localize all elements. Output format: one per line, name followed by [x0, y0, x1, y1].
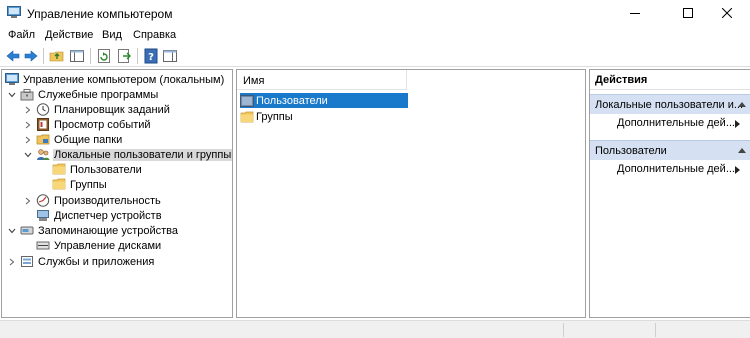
tree-item-label: Службы и приложения: [38, 255, 155, 268]
chevron-right-icon[interactable]: [23, 120, 33, 130]
back-arrow-icon[interactable]: [5, 48, 21, 64]
refresh-icon[interactable]: [96, 48, 112, 64]
disk-icon: [36, 239, 50, 252]
list-item-users[interactable]: Пользователи: [240, 93, 408, 108]
more-actions-label: Дополнительные дей...: [617, 163, 735, 175]
computer-management-icon: [5, 73, 19, 86]
more-actions-item[interactable]: Дополнительные дей...: [617, 117, 740, 132]
tree-item-label: Общие папки: [54, 133, 123, 146]
tree-item-local-users-groups[interactable]: Локальные пользователи и группы: [23, 147, 233, 162]
tree-item-computer-management[interactable]: Управление компьютером (локальным): [5, 72, 225, 87]
event-viewer-icon: [36, 118, 50, 131]
performance-icon: [36, 194, 50, 207]
column-header-name[interactable]: Имя: [237, 70, 407, 90]
menu-file[interactable]: Файл: [8, 29, 35, 41]
folder-icon: [52, 178, 66, 191]
toolbar: ?: [0, 45, 750, 67]
tree-item-label: Управление компьютером (локальным): [23, 73, 225, 86]
tree-item-task-scheduler[interactable]: Планировщик заданий: [23, 102, 171, 117]
tree-item-label: Просмотр событий: [54, 118, 151, 131]
actions-title: Действия: [590, 70, 750, 90]
svg-text:?: ?: [148, 52, 154, 63]
folder-icon: [52, 163, 66, 176]
actions-section-users[interactable]: Пользователи: [590, 140, 750, 160]
status-bar: [0, 320, 750, 338]
actions-section-local-users[interactable]: Локальные пользователи и...: [590, 94, 750, 114]
menu-bar: Файл Действие Вид Справка: [0, 26, 750, 44]
toolbar-separator: [90, 48, 91, 64]
title-bar: Управление компьютером: [0, 0, 750, 26]
tree-item-performance[interactable]: Производительность: [23, 193, 162, 208]
menu-help[interactable]: Справка: [133, 29, 176, 41]
chevron-down-icon[interactable]: [23, 150, 33, 160]
computer-management-icon: [7, 6, 21, 19]
chevron-down-icon[interactable]: [7, 226, 17, 236]
tree-item-groups[interactable]: Группы: [52, 177, 108, 192]
clock-icon: [36, 103, 50, 116]
up-folder-icon[interactable]: [49, 48, 65, 64]
tree-item-services-apps[interactable]: Службы и приложения: [7, 254, 155, 269]
services-icon: [20, 255, 34, 268]
window-title: Управление компьютером: [27, 7, 173, 21]
console-tree-icon[interactable]: [69, 48, 85, 64]
tree-item-label: Служебные программы: [38, 88, 159, 101]
storage-icon: [20, 224, 34, 237]
tree-item-label: Запоминающие устройства: [38, 224, 179, 237]
status-divider: [655, 323, 656, 337]
actions-section-label: Локальные пользователи и...: [595, 99, 744, 111]
more-actions-item[interactable]: Дополнительные дей...: [617, 163, 740, 178]
tree-item-device-manager[interactable]: Диспетчер устройств: [36, 208, 163, 223]
more-actions-label: Дополнительные дей...: [617, 117, 735, 129]
console-tree: Управление компьютером (локальным) Служе…: [1, 69, 233, 318]
tree-item-label: Производительность: [54, 194, 161, 207]
toolbar-separator: [137, 48, 138, 64]
collapse-up-icon[interactable]: [738, 102, 746, 107]
tree-item-label: Управление дисками: [54, 239, 162, 252]
status-divider: [563, 323, 564, 337]
tree-item-label: Локальные пользователи и группы: [53, 148, 233, 161]
actions-section-label: Пользователи: [595, 145, 667, 157]
menu-view[interactable]: Вид: [102, 29, 122, 41]
tree-item-shared-folders[interactable]: Общие папки: [23, 132, 123, 147]
close-button[interactable]: [704, 0, 750, 26]
export-list-icon[interactable]: [116, 48, 132, 64]
chevron-down-icon[interactable]: [7, 90, 17, 100]
tree-item-disk-management[interactable]: Управление дисками: [36, 238, 162, 253]
tree-item-label: Диспетчер устройств: [54, 209, 162, 222]
tools-icon: [20, 88, 34, 101]
forward-arrow-icon[interactable]: [23, 48, 39, 64]
shared-folder-icon: [36, 133, 50, 146]
chevron-right-icon[interactable]: [23, 135, 33, 145]
chevron-right-icon[interactable]: [23, 196, 33, 206]
toolbar-separator: [43, 48, 44, 64]
menu-action[interactable]: Действие: [45, 29, 93, 41]
folder-icon: [240, 111, 254, 123]
tree-item-label: Пользователи: [70, 163, 142, 176]
tree-item-storage[interactable]: Запоминающие устройства: [7, 223, 179, 238]
list-item-label: Пользователи: [256, 94, 328, 107]
submenu-arrow-icon: [735, 120, 740, 128]
show-hide-action-pane-icon[interactable]: [162, 48, 178, 64]
chevron-right-icon[interactable]: [7, 257, 17, 267]
tree-item-event-viewer[interactable]: Просмотр событий: [23, 117, 152, 132]
submenu-arrow-icon: [735, 166, 740, 174]
folder-icon: [240, 94, 254, 107]
chevron-right-icon[interactable]: [23, 105, 33, 115]
tree-item-users[interactable]: Пользователи: [52, 162, 143, 177]
tree-item-label: Планировщик заданий: [54, 103, 170, 116]
minimize-button[interactable]: [612, 0, 658, 26]
tree-item-system-tools[interactable]: Служебные программы: [7, 87, 159, 102]
content-list: Имя Пользователи Группы: [236, 69, 586, 318]
device-manager-icon: [36, 209, 50, 222]
maximize-icon: [683, 8, 693, 18]
minimize-icon: [630, 13, 640, 14]
list-item-label: Группы: [256, 110, 293, 123]
users-icon: [36, 148, 50, 161]
help-icon[interactable]: ?: [143, 48, 159, 64]
tree-item-label: Группы: [70, 178, 107, 191]
list-item-groups[interactable]: Группы: [240, 109, 293, 124]
actions-pane: Действия Локальные пользователи и... Доп…: [589, 69, 750, 318]
close-icon: [722, 8, 732, 18]
collapse-up-icon[interactable]: [738, 148, 746, 153]
